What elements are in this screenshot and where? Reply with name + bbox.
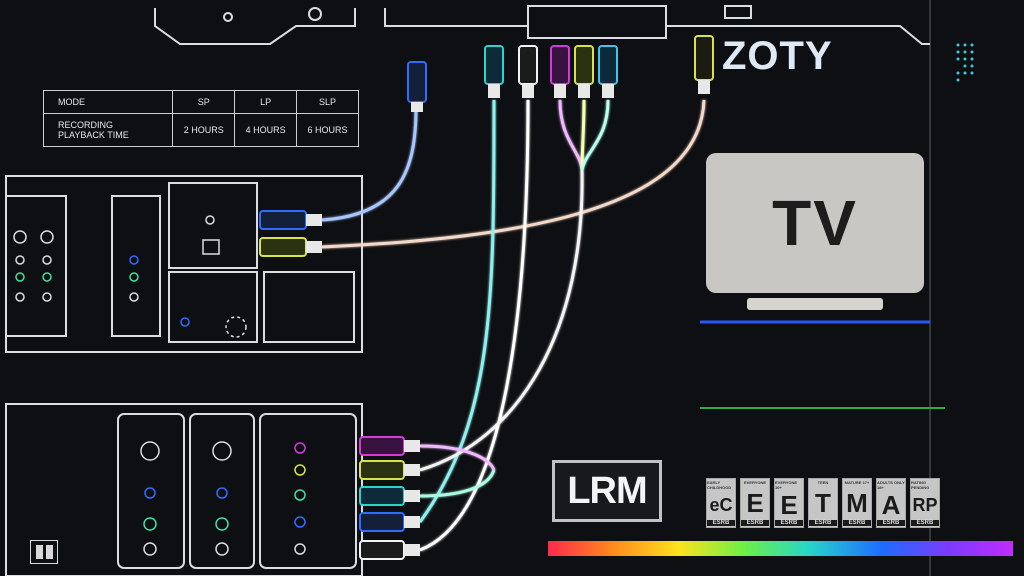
row-label: RECORDING PLAYBACK TIME bbox=[42, 113, 174, 147]
rating-badge: MATURE 17+ M ESRB bbox=[842, 478, 872, 528]
header-mode: MODE bbox=[42, 90, 174, 114]
tv-label: TV bbox=[772, 187, 858, 259]
rating-badge: EARLY CHILDHOOD eC ESRB bbox=[706, 478, 736, 528]
bottom-plug-group bbox=[359, 436, 420, 560]
header-slp: SLP bbox=[296, 90, 359, 114]
row-label-line2: PLAYBACK TIME bbox=[58, 130, 129, 140]
esrb-ratings: EARLY CHILDHOOD eC ESRB EVERYONE E ESRB … bbox=[706, 478, 940, 528]
dot-logo-icon bbox=[956, 43, 974, 82]
cell-sp: 2 HOURS bbox=[172, 113, 236, 147]
brand-logo: ZOTY bbox=[722, 34, 833, 78]
lrm-label: LRM bbox=[567, 469, 647, 512]
bottom-device-outline bbox=[5, 403, 363, 576]
table-header-row: MODE SP LP SLP bbox=[42, 90, 359, 114]
yellow-video-cable bbox=[321, 99, 706, 249]
pause-icon bbox=[30, 540, 58, 564]
row-label-line1: RECORDING bbox=[58, 120, 114, 130]
cell-lp: 4 HOURS bbox=[234, 113, 298, 147]
connection-diagram: MODE SP LP SLP RECORDING PLAYBACK TIME 2… bbox=[0, 0, 1024, 576]
vcr-plug-group bbox=[259, 210, 322, 257]
table-row: RECORDING PLAYBACK TIME 2 HOURS 4 HOURS … bbox=[42, 113, 359, 147]
rainbow-bar bbox=[548, 541, 1013, 556]
header-lp: LP bbox=[234, 90, 298, 114]
bottom-jack-group bbox=[140, 441, 306, 556]
tri-split-cable bbox=[419, 169, 584, 472]
tv-stand bbox=[747, 298, 883, 310]
rating-badge: TEEN T ESRB bbox=[808, 478, 838, 528]
cell-slp: 6 HOURS bbox=[296, 113, 359, 147]
white-component-cable bbox=[419, 99, 530, 552]
lrm-logo: LRM bbox=[552, 460, 662, 522]
rating-badge: ADULTS ONLY 18+ A ESRB bbox=[876, 478, 906, 528]
tv-icon: TV bbox=[706, 153, 924, 293]
rating-badge: EVERYONE 10+ E ESRB bbox=[774, 478, 804, 528]
rating-badge: RATING PENDING RP ESRB bbox=[910, 478, 940, 528]
recording-mode-table: MODE SP LP SLP RECORDING PLAYBACK TIME 2… bbox=[42, 90, 359, 147]
header-sp: SP bbox=[172, 90, 236, 114]
vcr-jack-group bbox=[13, 215, 247, 338]
rating-badge: EVERYONE E ESRB bbox=[740, 478, 770, 528]
